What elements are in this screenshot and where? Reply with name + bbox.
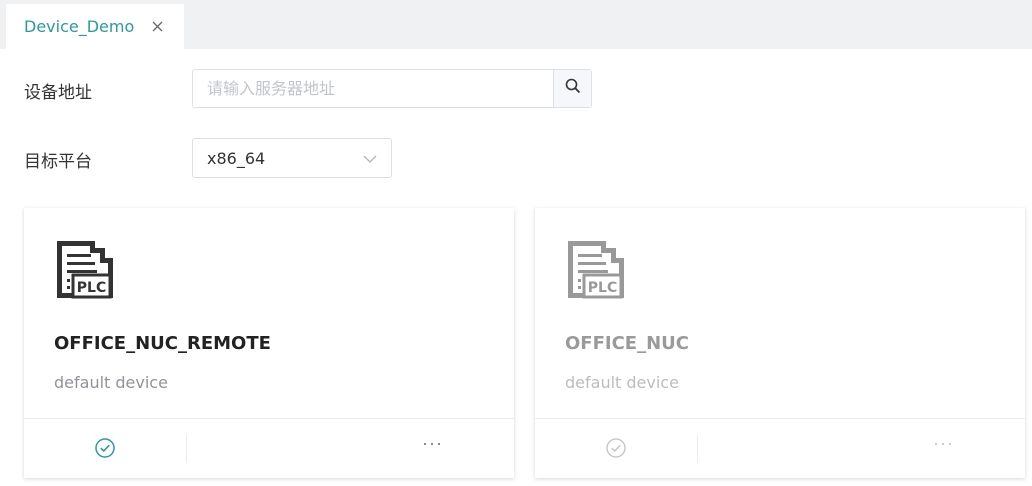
plc-device-icon: PLC: [565, 238, 627, 305]
device-description: default device: [54, 373, 168, 392]
device-card-office-nuc[interactable]: PLC OFFICE_NUC default device ···: [535, 208, 1025, 478]
plc-label: PLC: [588, 280, 617, 296]
address-input[interactable]: [193, 70, 553, 107]
platform-select-value: x86_64: [207, 148, 266, 168]
check-circle-icon[interactable]: [605, 437, 627, 464]
platform-label: 目标平台: [24, 152, 92, 172]
address-search: [192, 69, 592, 108]
plc-label: PLC: [77, 280, 106, 296]
chevron-down-icon: [363, 152, 377, 170]
card-footer: ···: [535, 418, 1025, 478]
footer-divider: [697, 435, 698, 463]
device-description: default device: [565, 373, 679, 392]
check-circle-icon[interactable]: [94, 437, 116, 464]
device-card-office-nuc-remote[interactable]: PLC OFFICE_NUC_REMOTE default device ···: [24, 208, 514, 478]
device-name: OFFICE_NUC_REMOTE: [54, 333, 271, 354]
tab-device-demo[interactable]: Device_Demo: [6, 4, 184, 49]
footer-divider: [186, 435, 187, 463]
plc-device-icon: PLC: [54, 238, 116, 305]
tab-bar: Device_Demo: [0, 0, 1032, 49]
platform-select[interactable]: x86_64: [192, 138, 392, 178]
search-button[interactable]: [553, 70, 591, 107]
address-label: 设备地址: [24, 83, 92, 103]
device-name: OFFICE_NUC: [565, 333, 689, 354]
close-icon[interactable]: [147, 16, 169, 38]
tab-label: Device_Demo: [24, 17, 135, 36]
more-icon[interactable]: ···: [933, 433, 954, 454]
card-footer: ···: [24, 418, 514, 478]
more-icon[interactable]: ···: [422, 433, 443, 454]
search-icon: [564, 77, 582, 100]
